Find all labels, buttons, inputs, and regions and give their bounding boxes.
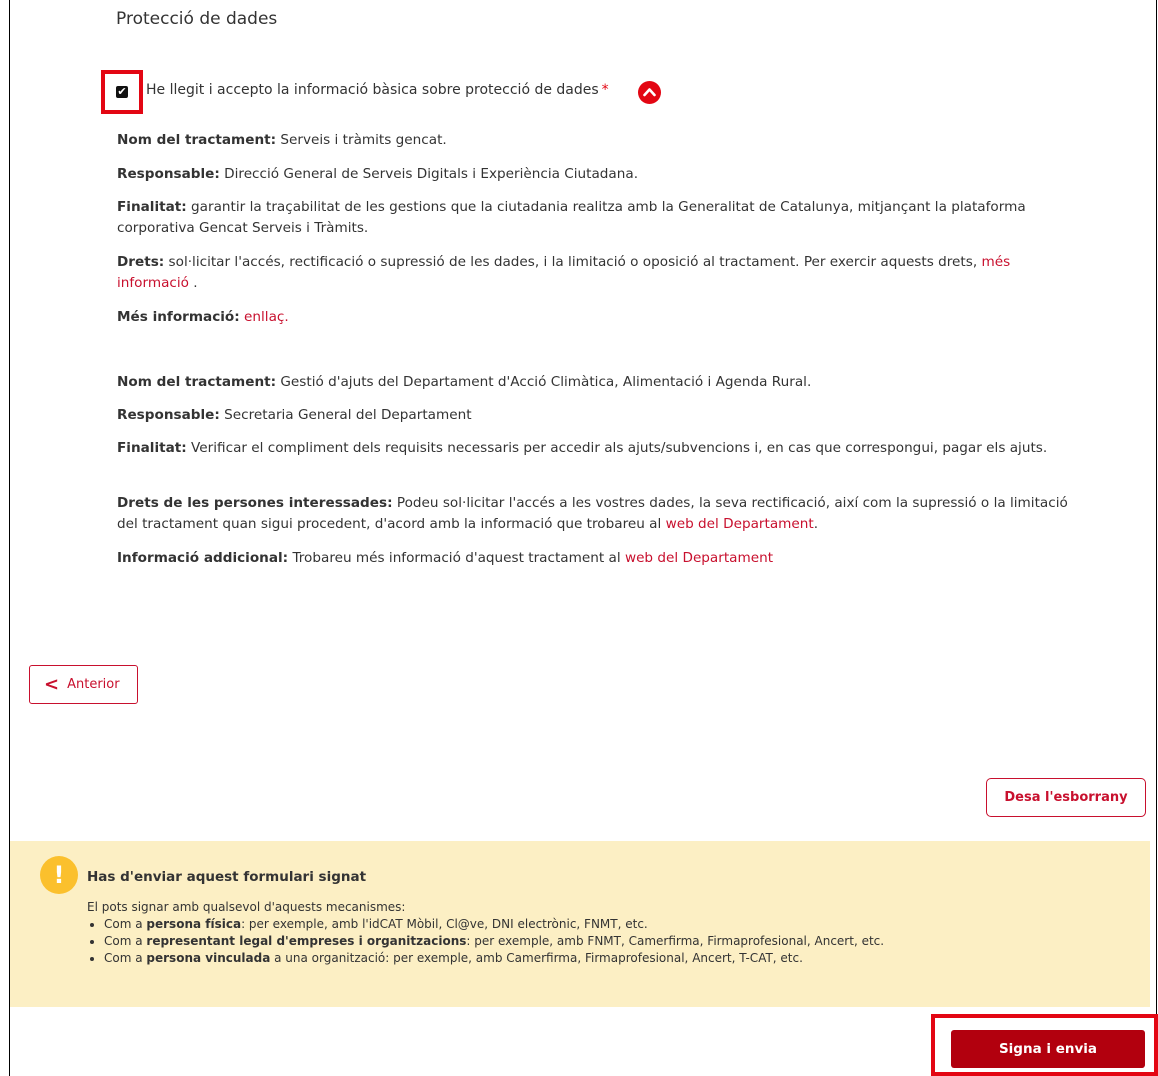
notice-list-item: Com a persona vinculada a una organitzac… (104, 950, 884, 967)
notice-title: Has d'enviar aquest formulari signat (87, 869, 367, 885)
required-mark: * (601, 82, 609, 98)
treatment1-rights: Drets: sol·licitar l'accés, rectificació… (117, 254, 1011, 291)
web-department-link-1[interactable]: web del Departament (666, 516, 814, 532)
frame-right-border (1156, 0, 1157, 1014)
section-title: Protecció de dades (116, 9, 278, 29)
notice-body: El pots signar amb qualsevol d'aquests m… (87, 899, 884, 967)
treatment2-responsible: Responsable: Secretaria General del Depa… (117, 407, 472, 423)
consent-label-text: He llegit i accepto la informació bàsica… (146, 82, 599, 98)
treatment2-purpose: Finalitat: Verificar el compliment dels … (117, 440, 1048, 456)
consent-checkbox[interactable]: ✔ (116, 86, 128, 98)
notice-list-item: Com a representant legal d'empreses i or… (104, 933, 884, 950)
notice-list: Com a persona física: per exemple, amb l… (87, 916, 884, 967)
treatment2-additional-info: Informació addicional: Trobareu més info… (117, 550, 774, 566)
treatment2-rights: Drets de les persones interessades: Pode… (117, 495, 1068, 532)
treatment1-more-info: Més informació: enllaç. (117, 309, 289, 325)
consent-checkbox-highlight: ✔ (101, 70, 143, 114)
treatment1-purpose: Finalitat: garantir la traçabilitat de l… (117, 199, 1026, 236)
treatment1-responsible: Responsable: Direcció General de Serveis… (117, 166, 639, 182)
web-department-link-2[interactable]: web del Departament (625, 550, 773, 566)
exclamation-icon: ! (40, 856, 78, 894)
chevron-up-icon[interactable] (638, 81, 661, 104)
notice-intro: El pots signar amb qualsevol d'aquests m… (87, 900, 406, 914)
treatment2-name: Nom del tractament: Gestió d'ajuts del D… (117, 374, 812, 390)
previous-label: Anterior (67, 677, 120, 692)
previous-button[interactable]: < Anterior (29, 665, 138, 704)
consent-label[interactable]: He llegit i accepto la informació bàsica… (146, 82, 609, 98)
save-draft-button[interactable]: Desa l'esborrany (986, 778, 1146, 817)
treatment1-name: Nom del tractament: Serveis i tràmits ge… (117, 132, 447, 148)
sign-button-highlight: Signa i envia (931, 1014, 1158, 1076)
signature-notice: ! Has d'enviar aquest formulari signat E… (10, 841, 1150, 1007)
notice-list-item: Com a persona física: per exemple, amb l… (104, 916, 884, 933)
chevron-left-icon: < (44, 674, 60, 695)
sign-and-send-button[interactable]: Signa i envia (951, 1030, 1145, 1068)
link-enllac[interactable]: enllaç. (244, 309, 289, 325)
